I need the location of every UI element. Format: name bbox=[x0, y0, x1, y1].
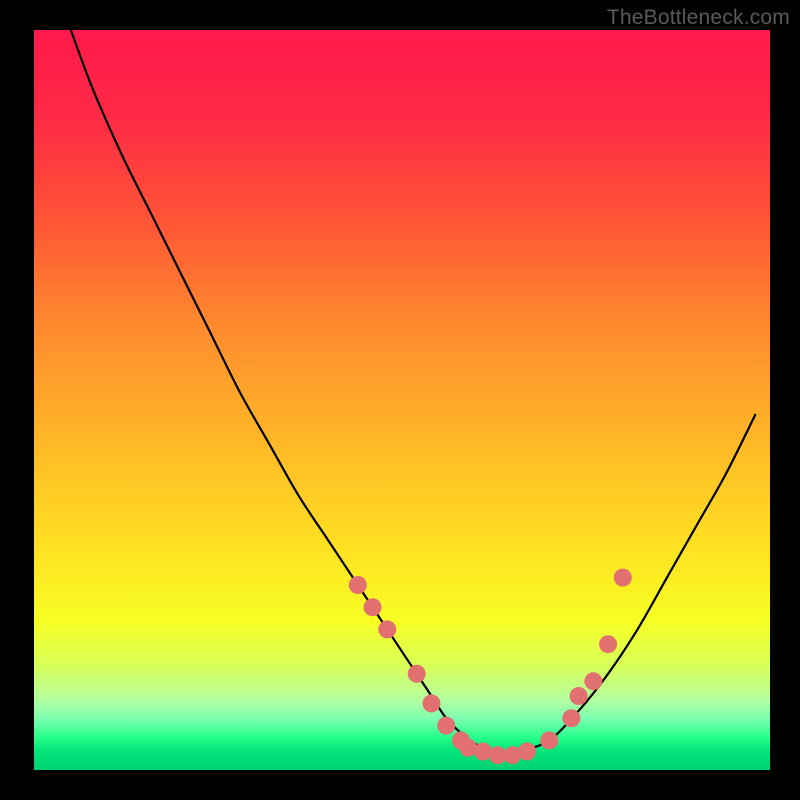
marker-dot bbox=[408, 665, 426, 683]
chart-stage: TheBottleneck.com bbox=[0, 0, 800, 800]
marker-dot bbox=[599, 635, 617, 653]
gradient-background bbox=[34, 30, 770, 770]
marker-dot bbox=[349, 576, 367, 594]
marker-dot bbox=[614, 569, 632, 587]
marker-dot bbox=[570, 687, 588, 705]
marker-dot bbox=[364, 598, 382, 616]
marker-dot bbox=[518, 743, 536, 761]
marker-dot bbox=[378, 620, 396, 638]
marker-dot bbox=[540, 731, 558, 749]
marker-dot bbox=[562, 709, 580, 727]
marker-dot bbox=[422, 694, 440, 712]
marker-dot bbox=[437, 717, 455, 735]
watermark-text: TheBottleneck.com bbox=[607, 6, 790, 30]
marker-dot bbox=[584, 672, 602, 690]
bottleneck-plot bbox=[0, 0, 800, 800]
